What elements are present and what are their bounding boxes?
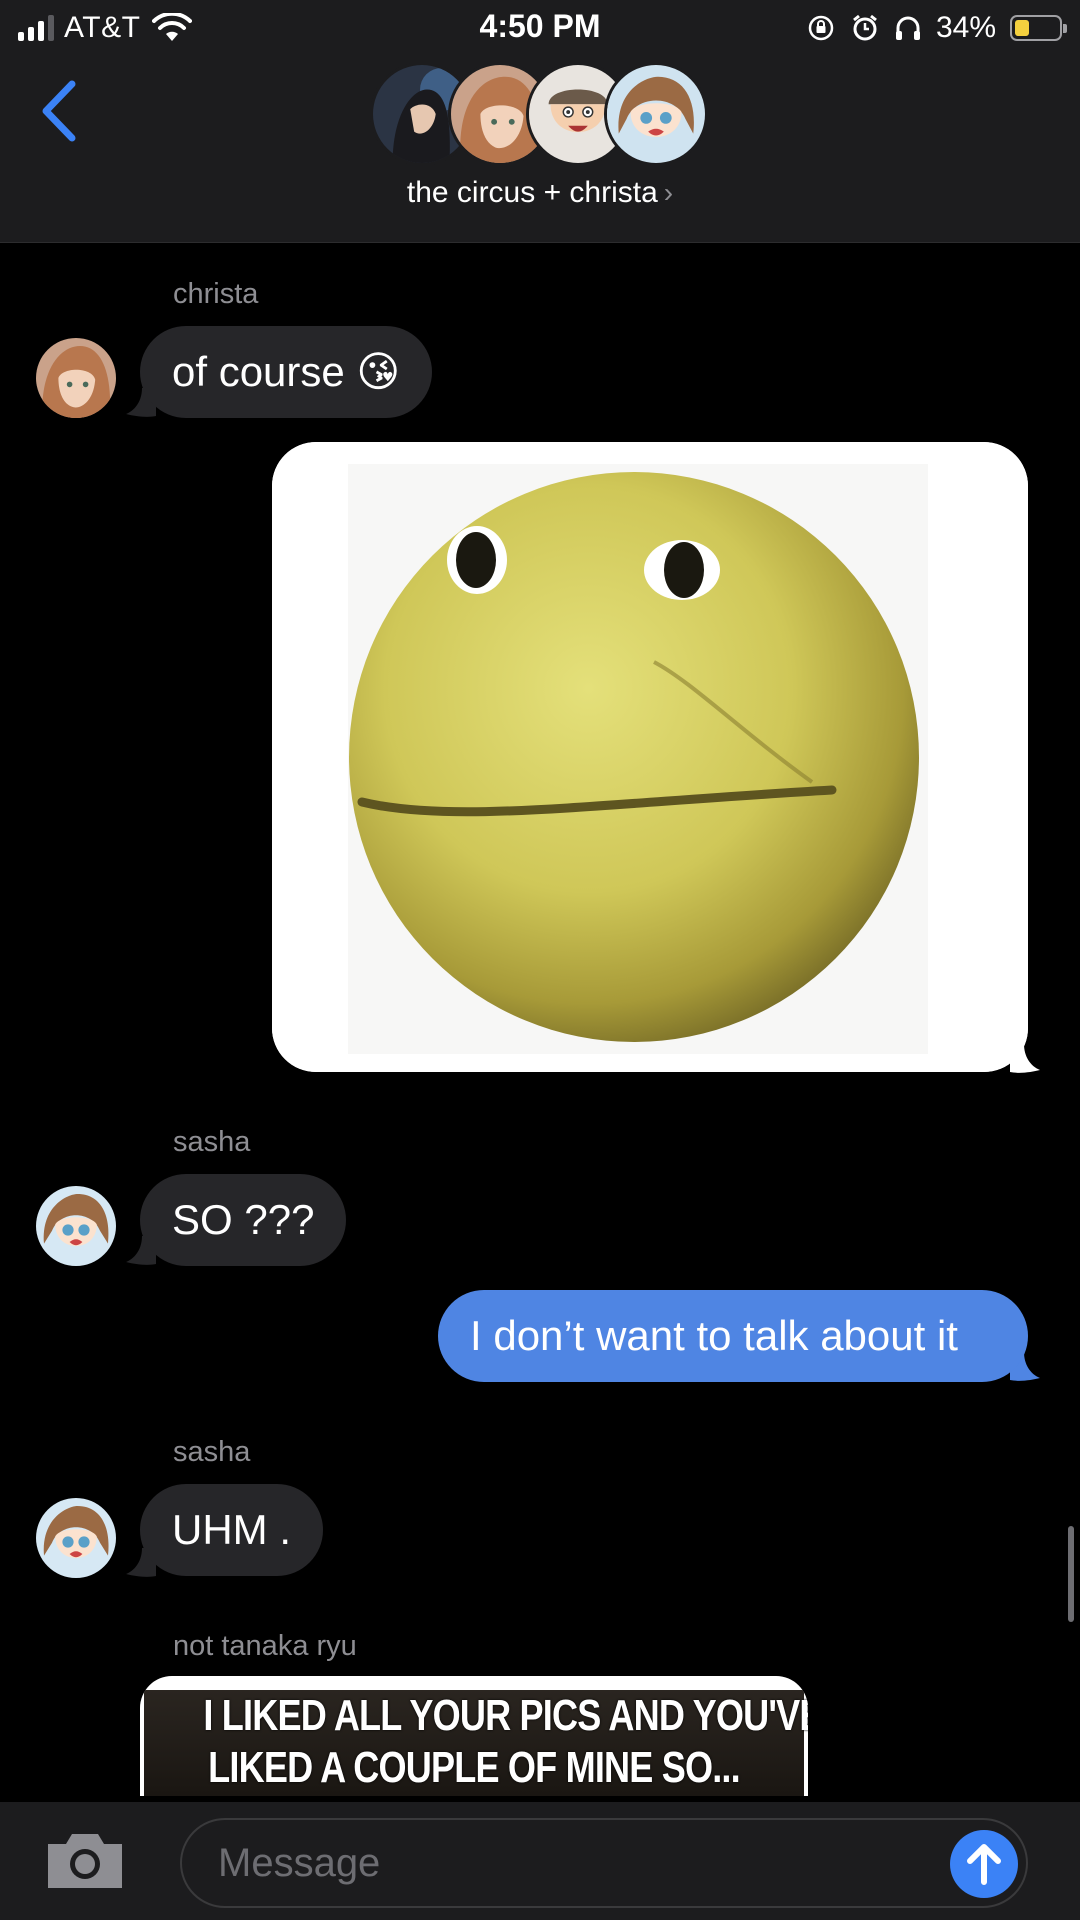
alarm-icon [853, 14, 877, 41]
battery-icon [1010, 15, 1067, 41]
group-avatars[interactable] [370, 62, 710, 168]
chevron-right-icon: › [663, 177, 674, 208]
message-input[interactable] [180, 1818, 1028, 1908]
sender-name: sasha [173, 1126, 251, 1158]
yellow-smiley-ball-image [272, 442, 1028, 1072]
message-bubble-incoming[interactable]: SO ??? [140, 1174, 347, 1266]
message-image-incoming[interactable]: I LIKED ALL YOUR PICS AND YOU'VE LIKED A… [140, 1676, 808, 1796]
rotation-lock-icon [808, 15, 834, 41]
back-chevron-icon[interactable] [36, 76, 86, 146]
sender-name: not tanaka ryu [173, 1630, 357, 1662]
meme-caption-line: I LIKED ALL YOUR PICS AND YOU'VE [203, 1691, 808, 1740]
avatar[interactable] [36, 338, 116, 418]
status-right-group: 34% [806, 10, 1067, 46]
message-bubble-outgoing[interactable]: I don’t want to talk about it [438, 1290, 1028, 1382]
message-image-outgoing[interactable] [272, 442, 1028, 1072]
avatar[interactable] [36, 1186, 116, 1266]
battery-percent: 34% [935, 11, 996, 44]
messages-screen: AT&T 4:50 PM 34% the circus + christa › … [0, 0, 1080, 1920]
avatar [604, 62, 708, 166]
message-bubble-incoming[interactable]: UHM . [140, 1484, 323, 1576]
send-button[interactable] [950, 1830, 1018, 1898]
message-bubble-incoming[interactable]: of course 😘 [140, 326, 433, 418]
arrow-up-icon [967, 1844, 1001, 1885]
camera-icon[interactable] [44, 1830, 126, 1892]
meme-caption-line: LIKED A COUPLE OF MINE SO... [208, 1743, 740, 1792]
sender-name: christa [173, 278, 259, 310]
avatar[interactable] [36, 1498, 116, 1578]
scrollbar[interactable] [1068, 1526, 1074, 1622]
headphones-icon [895, 16, 920, 40]
meme-image: I LIKED ALL YOUR PICS AND YOU'VE LIKED A… [144, 1690, 808, 1796]
status-bar: AT&T 4:50 PM 34% [0, 0, 1080, 54]
group-name: the circus + christa [406, 176, 658, 209]
sender-name: sasha [173, 1436, 251, 1468]
composer-bar [0, 1802, 1080, 1920]
bubble-tail [1010, 1044, 1040, 1073]
group-name-link[interactable]: the circus + christa › [0, 176, 1080, 210]
conversation-header: the circus + christa › [0, 54, 1080, 243]
